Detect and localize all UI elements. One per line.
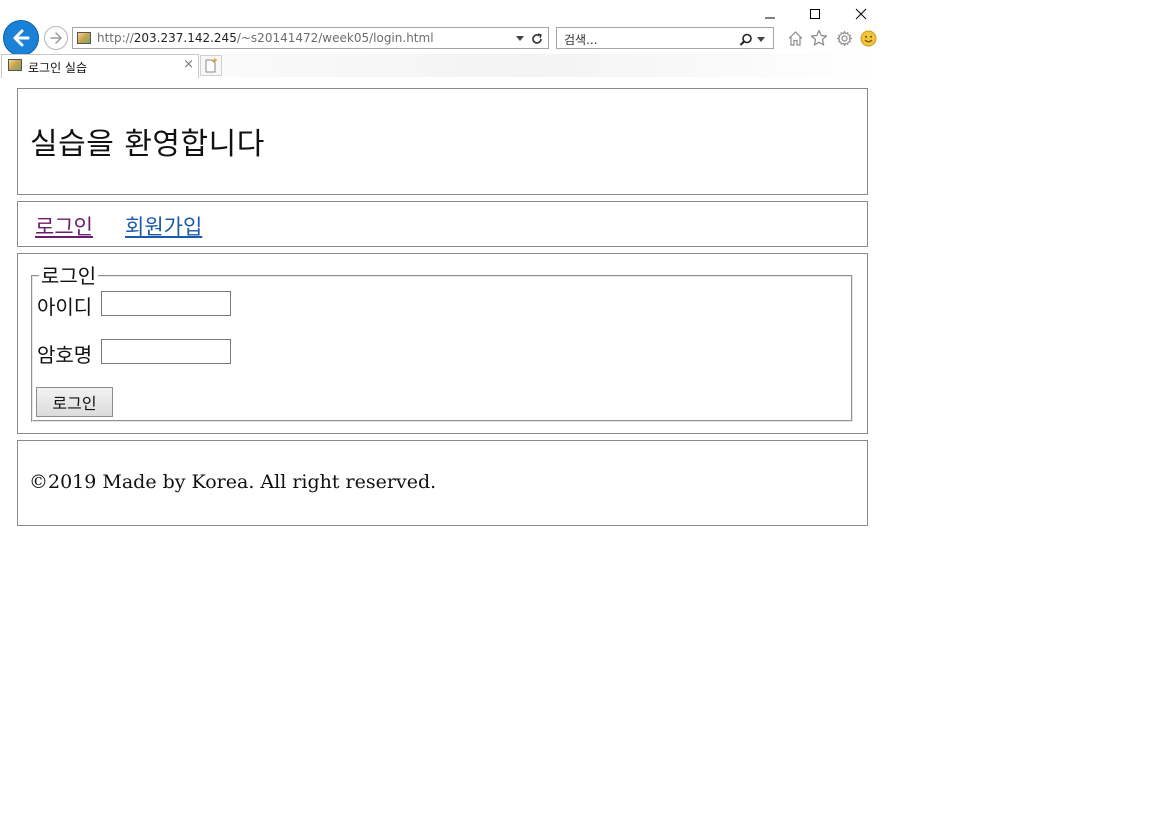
- settings-button[interactable]: [835, 29, 853, 47]
- home-icon: [788, 30, 802, 46]
- home-button[interactable]: [786, 29, 804, 47]
- new-tab-button[interactable]: [200, 55, 222, 76]
- page-header: 실습을 환영합니다: [17, 88, 868, 195]
- login-submit-button[interactable]: 로그인: [36, 387, 113, 417]
- tab-login-practice[interactable]: 로그인 실습 ×: [1, 54, 199, 78]
- minimize-button[interactable]: [755, 4, 785, 24]
- password-label: 암호명: [37, 343, 93, 367]
- site-favicon-icon: [77, 32, 91, 44]
- maximize-button[interactable]: [800, 4, 830, 24]
- tab-close-icon[interactable]: ×: [183, 58, 194, 72]
- tab-favicon-icon: [8, 59, 22, 71]
- address-bar[interactable]: http://203.237.142.245/~s20141472/week05…: [72, 27, 549, 49]
- forward-arrow-icon: [50, 32, 62, 44]
- address-dropdown-icon[interactable]: [516, 36, 524, 41]
- search-input[interactable]: 검색...: [556, 27, 774, 49]
- feedback-button[interactable]: [859, 29, 877, 47]
- login-section: 로그인 아이디 암호명 로그인: [17, 253, 868, 434]
- search-icon[interactable]: [739, 32, 753, 51]
- nav-login-link[interactable]: 로그인: [35, 211, 93, 241]
- close-window-button[interactable]: [846, 4, 876, 24]
- refresh-button[interactable]: [530, 31, 544, 50]
- back-arrow-icon: [13, 29, 30, 47]
- minimize-icon: [765, 17, 775, 19]
- new-tab-icon: [205, 58, 217, 73]
- maximize-icon: [810, 9, 820, 19]
- tab-title: 로그인 실습: [28, 61, 88, 75]
- forward-button[interactable]: [44, 26, 68, 50]
- search-dropdown-icon[interactable]: [757, 37, 765, 42]
- id-label: 아이디: [37, 295, 93, 319]
- favorites-button[interactable]: [810, 29, 828, 47]
- search-placeholder: 검색...: [564, 33, 598, 47]
- password-input[interactable]: [101, 339, 231, 364]
- footer-copyright: ©2019 Made by Korea. All right reserved.: [29, 471, 437, 493]
- page-nav: 로그인 회원가입: [17, 201, 868, 247]
- close-icon: [855, 8, 867, 20]
- gear-icon: [836, 30, 852, 46]
- login-legend: 로그인: [41, 264, 97, 288]
- nav-signup-link[interactable]: 회원가입: [125, 211, 202, 241]
- address-url: http://203.237.142.245/~s20141472/week05…: [97, 31, 434, 45]
- id-input[interactable]: [101, 291, 231, 316]
- back-button[interactable]: [3, 20, 39, 56]
- page-footer: ©2019 Made by Korea. All right reserved.: [17, 440, 868, 526]
- page-title: 실습을 환영합니다: [30, 127, 265, 162]
- star-icon: [810, 29, 828, 46]
- smiley-icon: [860, 30, 876, 46]
- refresh-icon: [532, 33, 542, 44]
